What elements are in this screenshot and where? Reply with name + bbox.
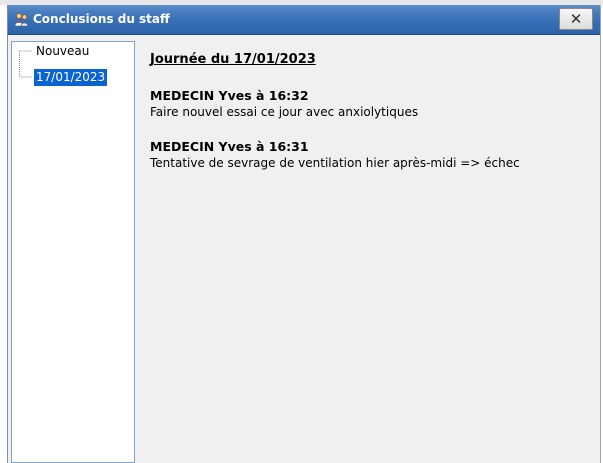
close-icon: ✕	[569, 10, 583, 28]
tree-item-date[interactable]: 17/01/2023	[34, 69, 108, 86]
window-title: Conclusions du staff	[33, 12, 170, 26]
day-heading: Journée du 17/01/2023	[150, 52, 316, 67]
tree-item-nouveau[interactable]: Nouveau	[34, 43, 91, 60]
staff-people-icon	[14, 13, 29, 27]
conclusions-content: Journée du 17/01/2023 MEDECIN Yves à 16:…	[140, 41, 598, 461]
entry-author: MEDECIN Yves à 16:32	[150, 88, 309, 103]
staff-conclusions-window: Conclusions du staff ✕ Nouveau 17/01/202…	[7, 5, 601, 463]
tree-item-label: Nouveau	[36, 44, 90, 58]
close-button[interactable]: ✕	[559, 8, 593, 30]
date-tree[interactable]: Nouveau 17/01/2023	[11, 41, 135, 463]
title-bar[interactable]: Conclusions du staff ✕	[8, 5, 600, 35]
staff-entry: MEDECIN Yves à 16:31 Tentative de sevrag…	[150, 139, 520, 171]
entry-author: MEDECIN Yves à 16:31	[150, 139, 309, 154]
tree-item-label: 17/01/2023	[36, 70, 106, 84]
entry-text: Tentative de sevrage de ventilation hier…	[150, 156, 520, 170]
staff-entry: MEDECIN Yves à 16:32 Faire nouvel essai …	[150, 88, 418, 120]
entry-text: Faire nouvel essai ce jour avec anxiolyt…	[150, 105, 419, 119]
